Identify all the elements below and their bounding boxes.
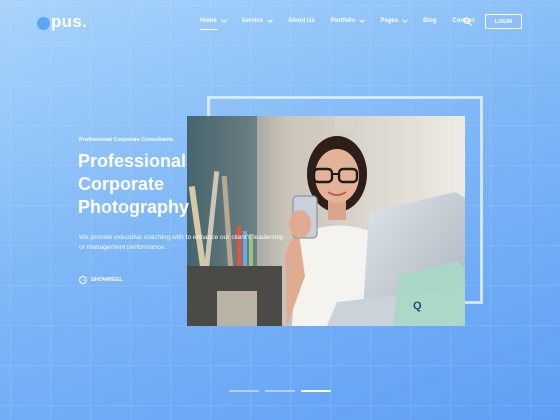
headline-line: Photography: [78, 197, 189, 217]
slider-dot[interactable]: [265, 390, 295, 392]
hero-headline: Professional Corporate Photography: [78, 150, 208, 219]
hero-photo-illustration: Q: [187, 116, 465, 326]
slider-dot[interactable]: [229, 390, 259, 392]
nav-item-service[interactable]: Service: [241, 17, 273, 24]
login-button[interactable]: LOGIN: [485, 14, 522, 29]
chevron-down-icon: [267, 17, 273, 23]
nav-label: Service: [241, 18, 264, 24]
logo-text: pus.: [51, 12, 88, 31]
hero-description: We provide executive coaching with to en…: [79, 234, 284, 251]
play-icon: [79, 276, 87, 284]
nav-item-portfolio[interactable]: Portfolio: [330, 17, 366, 24]
main-nav: Home Service About Us Portfolio Pages Bl…: [200, 17, 491, 30]
nav-item-about[interactable]: About Us: [288, 18, 315, 24]
hero-photo: Q: [187, 116, 465, 326]
nav-label: Portfolio: [330, 18, 356, 24]
chevron-down-icon: [402, 17, 408, 23]
nav-item-blog[interactable]: Blog: [423, 18, 436, 24]
showreel-label: SHOWREEL: [91, 277, 123, 283]
nav-item-pages[interactable]: Pages: [380, 17, 408, 24]
slider-pagination: [229, 390, 337, 392]
showreel-link[interactable]: SHOWREEL: [79, 276, 123, 284]
hero-eyebrow: Professional Corporate Consultants: [79, 137, 174, 143]
headline-line: Professional: [78, 151, 187, 171]
logo-mark: [37, 16, 50, 30]
slider-dot-active[interactable]: [301, 390, 331, 392]
svg-text:Q: Q: [413, 300, 422, 312]
headline-line: Corporate: [78, 174, 165, 194]
chevron-down-icon: [220, 17, 227, 23]
nav-label: Pages: [380, 18, 399, 24]
nav-item-home[interactable]: Home: [200, 17, 227, 30]
nav-label: Blog: [423, 18, 437, 24]
nav-label: About Us: [288, 18, 315, 24]
search-icon[interactable]: [463, 17, 472, 26]
nav-label: Home: [200, 18, 217, 24]
chevron-down-icon: [359, 17, 366, 23]
brand-logo[interactable]: pus.: [37, 12, 87, 32]
